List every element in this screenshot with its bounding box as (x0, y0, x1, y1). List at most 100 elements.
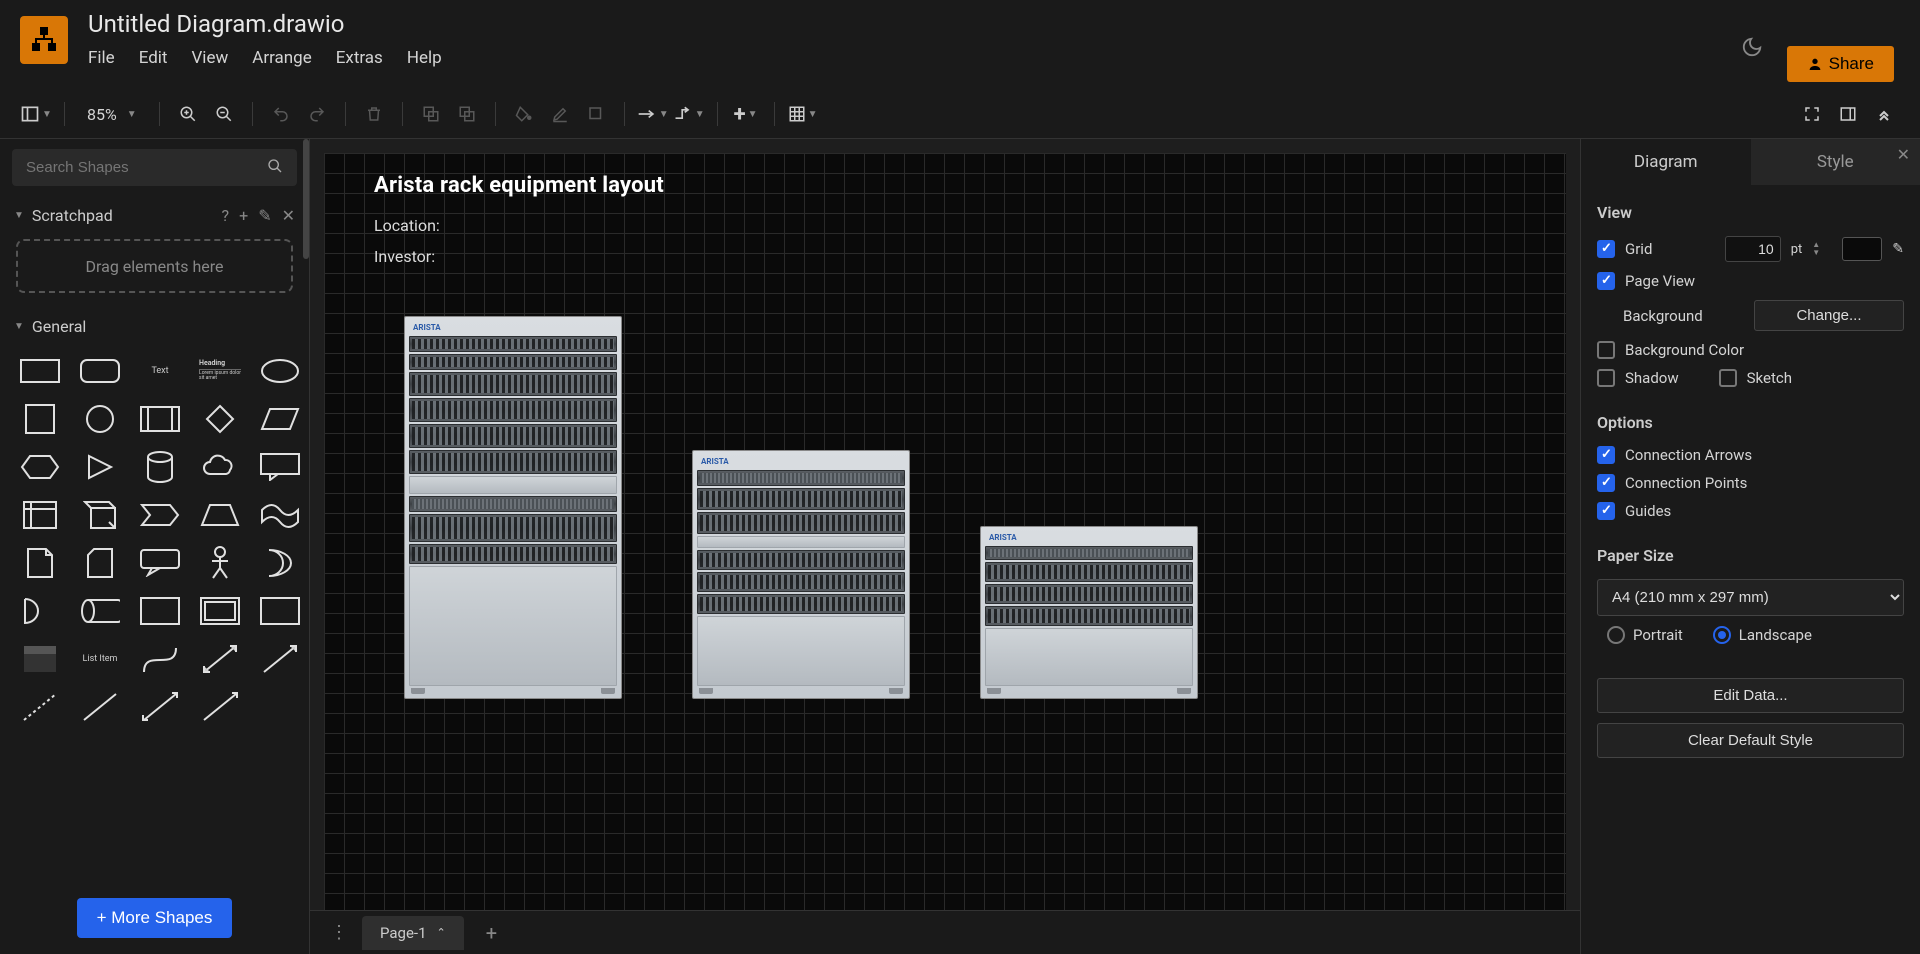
grid-stepper[interactable]: ▲▼ (1812, 241, 1826, 257)
shape-callout[interactable] (256, 448, 304, 486)
rack-slot-vent[interactable] (697, 470, 905, 486)
shape-doublerect[interactable] (196, 592, 244, 630)
waypoint-button[interactable]: ▼ (673, 98, 705, 130)
scratchpad-dropzone[interactable]: Drag elements here (16, 239, 293, 293)
search-shapes-input[interactable] (12, 149, 297, 186)
shape-internal-storage[interactable] (16, 496, 64, 534)
rack-slot-ports[interactable] (985, 584, 1193, 604)
document-title[interactable]: Untitled Diagram.drawio (88, 10, 1741, 38)
add-page-button[interactable]: + (476, 921, 507, 945)
redo-button[interactable] (301, 98, 333, 130)
format-panel-toggle[interactable] (1832, 98, 1864, 130)
shape-arrow[interactable] (256, 640, 304, 678)
rack-slot-ports[interactable] (697, 594, 905, 614)
edit-data-button[interactable]: Edit Data... (1597, 678, 1904, 713)
menu-extras[interactable]: Extras (336, 48, 383, 68)
rack-slot-ports[interactable] (409, 424, 617, 448)
shape-cylinder[interactable] (136, 448, 184, 486)
shape-actor[interactable] (196, 544, 244, 582)
menu-file[interactable]: File (88, 48, 115, 68)
shape-curve[interactable] (136, 640, 184, 678)
zoom-dropdown[interactable]: 85% ▼ (77, 105, 147, 124)
shape-dashed-line[interactable] (16, 688, 64, 726)
theme-toggle-icon[interactable] (1741, 36, 1763, 63)
rack-slot-blank[interactable] (697, 536, 905, 548)
eyedropper-icon[interactable]: ✎ (1892, 241, 1904, 257)
shape-listitem[interactable]: List Item (76, 640, 124, 678)
grid-size-input[interactable] (1725, 236, 1781, 262)
shape-ellipse[interactable] (256, 352, 304, 390)
close-icon[interactable]: ✕ (282, 206, 295, 225)
page-tab[interactable]: Page-1 ⌃ (362, 916, 464, 950)
collapse-button[interactable] (1868, 98, 1900, 130)
shape-callout2[interactable] (136, 544, 184, 582)
edit-icon[interactable]: ✎ (258, 206, 271, 225)
change-background-button[interactable]: Change... (1754, 300, 1904, 331)
insert-button[interactable]: +▼ (730, 98, 762, 130)
menu-arrange[interactable]: Arrange (252, 48, 311, 68)
tab-style[interactable]: Style (1751, 139, 1920, 185)
search-icon[interactable] (267, 158, 283, 178)
help-icon[interactable]: ? (222, 206, 230, 225)
canvas[interactable]: Arista rack equipment layout Location: I… (310, 139, 1580, 954)
rack-slot-blank[interactable] (985, 628, 1193, 686)
rack-slot-ports[interactable] (409, 372, 617, 396)
conn-points-checkbox[interactable] (1597, 474, 1615, 492)
more-shapes-button[interactable]: + More Shapes (77, 898, 233, 938)
shape-list[interactable] (16, 640, 64, 678)
line-color-button[interactable] (544, 98, 576, 130)
rack-slot-ports[interactable] (985, 606, 1193, 626)
shape-and[interactable] (16, 592, 64, 630)
shadow-button[interactable] (580, 98, 612, 130)
shape-textbox[interactable]: HeadingLorem ipsum dolor sit amet (196, 352, 244, 390)
rack-slot-ports[interactable] (697, 550, 905, 570)
fill-color-button[interactable] (508, 98, 540, 130)
shape-bidir-thin[interactable] (136, 688, 184, 726)
shape-hexagon[interactable] (16, 448, 64, 486)
menu-edit[interactable]: Edit (139, 48, 168, 68)
shape-circle[interactable] (76, 400, 124, 438)
grid-checkbox[interactable] (1597, 240, 1615, 258)
shape-trapezoid[interactable] (196, 496, 244, 534)
scratchpad-header[interactable]: ▼ Scratchpad ? + ✎ ✕ (0, 196, 309, 235)
landscape-radio[interactable] (1713, 626, 1731, 644)
rack-slot-blank[interactable] (409, 476, 617, 494)
shape-square[interactable] (16, 400, 64, 438)
rack-chassis[interactable]: ARISTA (692, 450, 910, 699)
share-button[interactable]: Share (1787, 46, 1894, 82)
rack-slot-vent[interactable] (985, 546, 1193, 560)
guides-checkbox[interactable] (1597, 502, 1615, 520)
shape-arrow-thin[interactable] (196, 688, 244, 726)
shape-text[interactable]: Text (136, 352, 184, 390)
rack-slot-ports[interactable] (697, 488, 905, 510)
menu-view[interactable]: View (191, 48, 228, 68)
rack-slot-ports[interactable] (697, 512, 905, 534)
add-icon[interactable]: + (239, 206, 248, 225)
conn-arrows-checkbox[interactable] (1597, 446, 1615, 464)
portrait-radio[interactable] (1607, 626, 1625, 644)
shape-rect2[interactable] (136, 592, 184, 630)
to-back-button[interactable] (451, 98, 483, 130)
shape-parallelogram[interactable] (256, 400, 304, 438)
sketch-checkbox[interactable] (1719, 369, 1737, 387)
rack-slot-ports[interactable] (409, 354, 617, 370)
rack-slot-ports[interactable] (409, 398, 617, 422)
shape-diamond[interactable] (196, 400, 244, 438)
meta-location[interactable]: Location: (374, 216, 1516, 235)
shape-triangle[interactable] (76, 448, 124, 486)
meta-investor[interactable]: Investor: (374, 247, 1516, 266)
shape-datastore[interactable] (76, 592, 124, 630)
shape-rectangle[interactable] (16, 352, 64, 390)
shape-cloud[interactable] (196, 448, 244, 486)
shape-rect3[interactable] (256, 592, 304, 630)
shape-tape[interactable] (256, 496, 304, 534)
rack-slot-ports[interactable] (409, 544, 617, 564)
menu-help[interactable]: Help (407, 48, 442, 68)
pages-menu-icon[interactable]: ⋮ (330, 922, 350, 943)
shape-rounded-rect[interactable] (76, 352, 124, 390)
to-front-button[interactable] (415, 98, 447, 130)
zoom-in-button[interactable] (172, 98, 204, 130)
rack-chassis[interactable]: ARISTA (404, 316, 622, 699)
bgcolor-checkbox[interactable] (1597, 341, 1615, 359)
shape-note[interactable] (16, 544, 64, 582)
